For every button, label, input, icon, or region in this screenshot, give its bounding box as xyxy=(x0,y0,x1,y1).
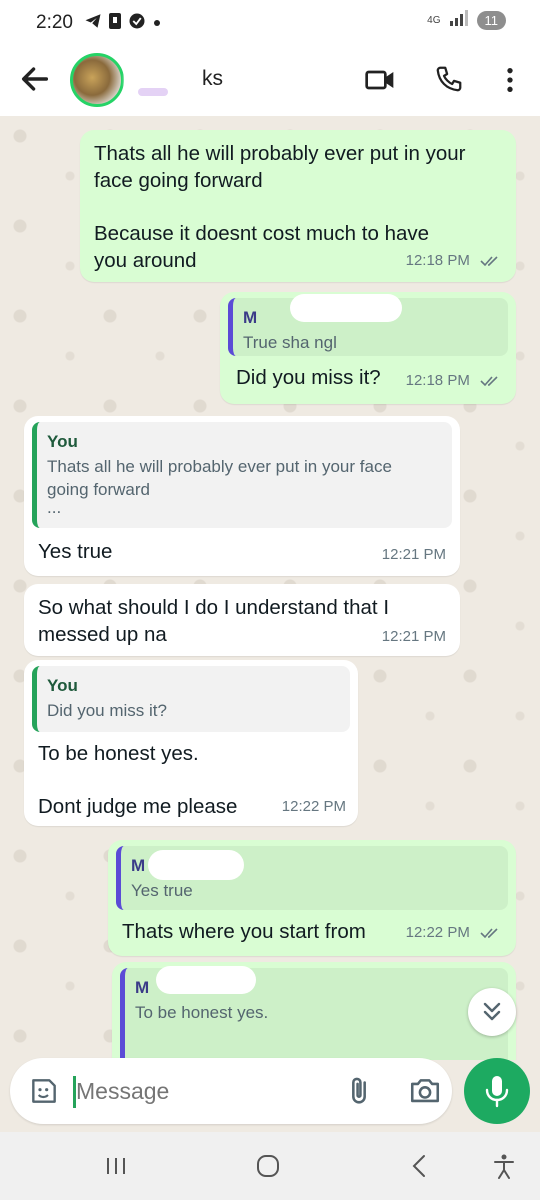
message-text: To be honest yes. xyxy=(38,742,199,765)
battery-indicator: 11 xyxy=(476,11,506,30)
quote-author: You xyxy=(47,432,78,451)
message-incoming[interactable]: You Did you miss it? To be honest yes. D… xyxy=(24,660,358,826)
message-time: 12:18 PM xyxy=(405,252,470,269)
message-outgoing[interactable]: Thats all he will probably ever put in y… xyxy=(80,130,516,282)
message-incoming[interactable]: So what should I do I understand that I … xyxy=(24,584,460,656)
quote-text: True sha ngl xyxy=(243,333,337,352)
accessibility-icon xyxy=(494,1154,514,1179)
double-check-icon xyxy=(480,376,498,387)
quote-text: Did you miss it? xyxy=(47,701,167,720)
accessibility-button[interactable] xyxy=(488,1150,520,1182)
message-input[interactable] xyxy=(72,1070,322,1112)
message-composer xyxy=(10,1058,452,1124)
video-call-button[interactable] xyxy=(364,64,396,96)
chat-area[interactable]: Thats all he will probably ever put in y… xyxy=(0,116,540,1060)
redaction-mark xyxy=(138,88,168,96)
camera-button[interactable] xyxy=(408,1074,442,1108)
quote-text: Yes true xyxy=(131,881,193,900)
back-nav-button[interactable] xyxy=(404,1150,436,1182)
redaction-mark xyxy=(290,294,402,322)
microphone-icon xyxy=(485,1076,509,1108)
quote-text: going forward xyxy=(47,480,151,499)
message-time: 12:22 PM xyxy=(281,798,346,815)
message-outgoing[interactable]: M To be honest yes. xyxy=(112,962,516,1060)
dot-icon xyxy=(152,15,162,33)
home-icon xyxy=(257,1155,279,1177)
paperclip-icon xyxy=(352,1077,366,1104)
scroll-to-bottom-button[interactable] xyxy=(468,988,516,1036)
arrow-left-icon xyxy=(21,67,49,91)
quote-text: To be honest yes. xyxy=(135,1003,269,1022)
phone-icon xyxy=(436,66,462,92)
message-outgoing[interactable]: M Yes true Thats where you start from 12… xyxy=(108,840,516,956)
message-text: Because it doesnt cost much to have xyxy=(94,222,430,245)
message-text: So what should I do I understand that I xyxy=(38,596,390,619)
message-time: 12:22 PM xyxy=(405,924,470,941)
check-circle-icon xyxy=(128,12,146,35)
menu-button[interactable] xyxy=(494,64,526,96)
quoted-message[interactable]: You Did you miss it? xyxy=(32,666,350,732)
system-nav-bar xyxy=(0,1132,540,1200)
redaction-mark xyxy=(156,966,256,994)
signal-icon xyxy=(449,10,469,31)
sim-icon xyxy=(108,12,122,35)
message-text: Thats all he will probably ever put in y… xyxy=(94,142,466,165)
more-vert-icon xyxy=(507,68,513,92)
sticker-icon xyxy=(32,1079,56,1103)
quote-author: You xyxy=(47,676,78,695)
recent-apps-button[interactable] xyxy=(100,1150,132,1182)
message-outgoing[interactable]: M True sha ngl Did you miss it? 12:18 PM xyxy=(220,292,516,404)
double-check-icon xyxy=(480,928,498,939)
chevron-left-icon xyxy=(412,1155,425,1177)
status-time: 2:20 xyxy=(36,12,73,33)
back-button[interactable] xyxy=(18,62,52,96)
video-camera-icon xyxy=(365,70,394,90)
network-type: 4G xyxy=(427,14,441,26)
double-check-icon xyxy=(480,256,498,267)
sticker-button[interactable] xyxy=(28,1075,60,1107)
voice-call-button[interactable] xyxy=(434,64,466,96)
home-button[interactable] xyxy=(252,1150,284,1182)
status-bar: 2:20 4G 11 xyxy=(0,0,540,44)
message-time: 12:18 PM xyxy=(405,372,470,389)
double-chevron-down-icon xyxy=(483,1002,501,1021)
avatar[interactable] xyxy=(70,53,124,107)
message-text: face going forward xyxy=(94,169,263,192)
quote-text: Thats all he will probably ever put in y… xyxy=(47,457,392,476)
camera-icon xyxy=(410,1079,440,1103)
contact-name[interactable]: ks xyxy=(202,67,223,91)
recent-apps-icon xyxy=(107,1158,125,1174)
quoted-message[interactable]: You Thats all he will probably ever put … xyxy=(32,422,452,528)
telegram-icon xyxy=(84,12,102,35)
attach-button[interactable] xyxy=(342,1074,376,1108)
message-time: 12:21 PM xyxy=(381,628,446,645)
quote-more: ... xyxy=(47,498,62,517)
chat-header: ks xyxy=(0,44,540,116)
message-incoming[interactable]: You Thats all he will probably ever put … xyxy=(24,416,460,576)
redaction-mark xyxy=(148,850,244,880)
voice-message-button[interactable] xyxy=(464,1058,530,1124)
message-time: 12:21 PM xyxy=(381,546,446,563)
